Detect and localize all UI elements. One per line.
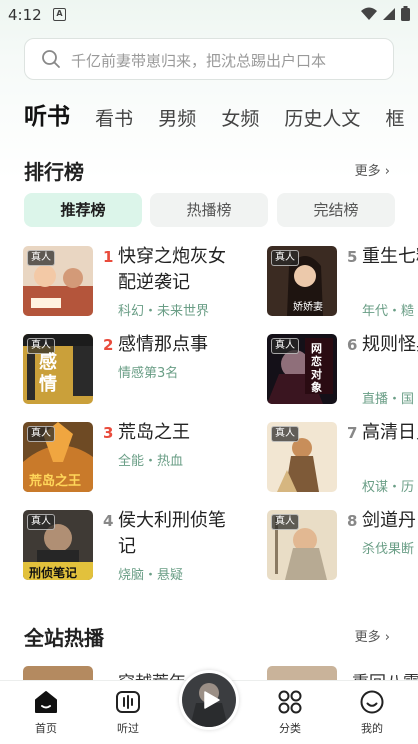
tab-more-cut[interactable]: 框 bbox=[386, 104, 405, 131]
ranking-title: 排行榜 bbox=[24, 160, 84, 184]
profile-icon bbox=[360, 690, 384, 714]
nav-history[interactable]: 听过 bbox=[98, 689, 158, 736]
ranking-more-label: 更多 bbox=[354, 164, 381, 179]
search-input[interactable]: 千亿前妻带崽归来，把沈总踢出户口本 bbox=[24, 38, 394, 80]
hot-item-cover-right[interactable] bbox=[267, 666, 337, 680]
book-meta: 权谋・历 bbox=[362, 480, 415, 495]
cover-title: 刑侦笔记 bbox=[29, 566, 78, 580]
audio-history-icon bbox=[116, 691, 140, 713]
signal-icon bbox=[383, 7, 395, 20]
chevron-right-icon: › bbox=[384, 164, 390, 179]
rank-number: 5 bbox=[347, 248, 358, 266]
status-time: 4:12 bbox=[8, 6, 42, 24]
book-meta: 科幻・未来世界 bbox=[118, 304, 210, 319]
book-meta: 杀伐果断 bbox=[362, 542, 415, 557]
ranking-more-link[interactable]: 更多 › bbox=[355, 160, 390, 179]
mini-player-button[interactable] bbox=[179, 670, 239, 730]
hot-more-link[interactable]: 更多 › bbox=[355, 626, 390, 645]
subtab-recommend[interactable]: 推荐榜 bbox=[24, 193, 142, 227]
book-cover: 真人 刑侦笔记 bbox=[23, 510, 93, 580]
book-cover: 真人 bbox=[267, 510, 337, 580]
book-meta: 烧脑・悬疑 bbox=[118, 568, 184, 583]
book-cover: 真人 网恋对象 bbox=[267, 334, 337, 404]
rank-item-7[interactable]: 真人 7 高清日史 权谋・历 bbox=[267, 416, 418, 496]
nav-category-label: 分类 bbox=[279, 722, 301, 735]
tab-read[interactable]: 看书 bbox=[95, 104, 133, 131]
book-title: 高清日史 bbox=[362, 422, 418, 443]
rank-number: 6 bbox=[347, 336, 358, 354]
subtab-finished[interactable]: 完结榜 bbox=[277, 193, 395, 227]
rank-number: 8 bbox=[347, 512, 358, 530]
category-icon bbox=[278, 690, 302, 714]
book-title: 重生七糙汉的 bbox=[362, 246, 418, 267]
play-icon bbox=[204, 691, 220, 709]
tab-female[interactable]: 女频 bbox=[221, 104, 259, 131]
real-voice-badge: 真人 bbox=[271, 514, 299, 530]
book-meta: 全能・热血 bbox=[118, 454, 184, 469]
nav-history-label: 听过 bbox=[117, 722, 139, 735]
cover-title: 荒岛之王 bbox=[29, 474, 82, 489]
nav-category[interactable]: 分类 bbox=[260, 689, 320, 736]
cover-title: 网恋对象 bbox=[311, 342, 322, 394]
status-bar: 4:12 A bbox=[0, 0, 418, 30]
rank-item-2[interactable]: 真人 感情 2 感情那点事 情感第3名 bbox=[23, 328, 263, 408]
tab-listen[interactable]: 听书 bbox=[24, 97, 70, 131]
cover-title: 感情 bbox=[39, 352, 57, 395]
hot-title: 全站热播 bbox=[24, 626, 104, 650]
tab-history[interactable]: 历史人文 bbox=[284, 104, 360, 131]
tab-male[interactable]: 男频 bbox=[158, 104, 196, 131]
nav-home-label: 首页 bbox=[35, 722, 57, 735]
status-icons bbox=[361, 6, 410, 21]
rank-number: 2 bbox=[103, 336, 114, 354]
real-voice-badge: 真人 bbox=[271, 426, 299, 442]
real-voice-badge: 真人 bbox=[271, 338, 299, 354]
hot-more-label: 更多 bbox=[354, 630, 381, 645]
rank-number: 7 bbox=[347, 424, 358, 442]
book-title: 感情那点事 bbox=[118, 334, 208, 355]
wifi-icon bbox=[361, 7, 377, 20]
hot-item-cover-left[interactable] bbox=[23, 666, 93, 680]
real-voice-badge: 真人 bbox=[271, 250, 299, 266]
subtab-hot[interactable]: 热播榜 bbox=[150, 193, 268, 227]
book-cover: 真人 感情 bbox=[23, 334, 93, 404]
nav-home[interactable]: 首页 bbox=[16, 689, 76, 736]
real-voice-badge: 真人 bbox=[27, 250, 55, 266]
book-meta: 直播・国 bbox=[362, 392, 415, 407]
nav-profile[interactable]: 我的 bbox=[342, 689, 402, 736]
real-voice-badge: 真人 bbox=[27, 426, 55, 442]
search-icon bbox=[42, 50, 60, 68]
book-title: 快穿之炮灰女配逆袭记 bbox=[118, 246, 226, 293]
rank-item-3[interactable]: 真人 荒岛之王 3 荒岛之王 全能・热血 bbox=[23, 416, 263, 496]
ranking-list: 真人 1 快穿之炮灰女配逆袭记 科幻・未来世界 真人 感情 2 感情那点事 情感… bbox=[0, 240, 418, 590]
search-placeholder: 千亿前妻带崽归来，把沈总踢出户口本 bbox=[71, 52, 327, 70]
book-cover: 真人 荒岛之王 bbox=[23, 422, 93, 492]
ranking-subtabs: 推荐榜 热播榜 完结榜 bbox=[24, 193, 418, 227]
category-tabs: 听书 看书 男频 女频 历史人文 框 bbox=[24, 97, 418, 133]
book-title: 剑道丹 bbox=[362, 510, 416, 531]
real-voice-badge: 真人 bbox=[27, 514, 55, 530]
rank-item-4[interactable]: 真人 刑侦笔记 4 侯大利刑侦笔记 烧脑・悬疑 bbox=[23, 504, 263, 584]
battery-icon bbox=[401, 6, 410, 21]
nav-profile-label: 我的 bbox=[361, 722, 383, 735]
book-title: 规则怪异的网 bbox=[362, 334, 418, 355]
rank-item-6[interactable]: 真人 网恋对象 6 规则怪异的网 直播・国 bbox=[267, 328, 418, 408]
rank-number: 4 bbox=[103, 512, 114, 530]
book-title: 荒岛之王 bbox=[118, 422, 190, 443]
notification-icon: A bbox=[53, 8, 66, 21]
book-meta: 年代・糙 bbox=[362, 304, 415, 319]
cover-title: 娇娇妻 bbox=[293, 302, 323, 313]
rank-number: 1 bbox=[103, 248, 114, 266]
chevron-right-icon: › bbox=[384, 630, 390, 645]
rank-number: 3 bbox=[103, 424, 114, 442]
home-icon bbox=[35, 691, 57, 713]
book-meta: 情感第3名 bbox=[118, 366, 179, 381]
book-cover: 真人 bbox=[267, 422, 337, 492]
rank-item-5[interactable]: 真人 娇娇妻 5 重生七糙汉的 年代・糙 bbox=[267, 240, 418, 320]
book-title: 侯大利刑侦笔记 bbox=[118, 510, 226, 557]
book-cover: 真人 娇娇妻 bbox=[267, 246, 337, 316]
rank-item-8[interactable]: 真人 8 剑道丹 杀伐果断 bbox=[267, 504, 418, 584]
book-cover: 真人 bbox=[23, 246, 93, 316]
rank-item-1[interactable]: 真人 1 快穿之炮灰女配逆袭记 科幻・未来世界 bbox=[23, 240, 263, 320]
